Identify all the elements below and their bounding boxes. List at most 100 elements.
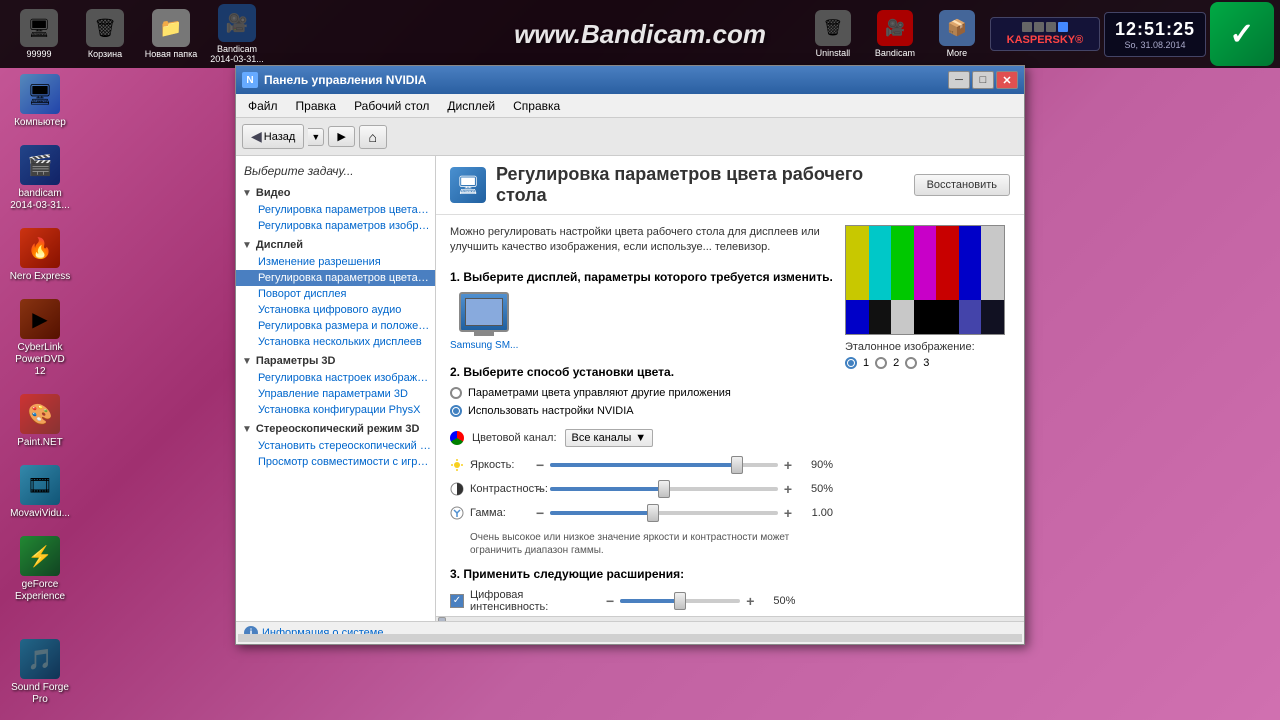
top-icon-novaya[interactable]: 📁 Новая папка	[142, 9, 200, 59]
bar-white	[981, 226, 1004, 300]
digital-label: Цифровая интенсивность:	[470, 589, 600, 613]
ref-radio-2[interactable]	[875, 357, 887, 369]
menu-edit[interactable]: Правка	[288, 97, 345, 115]
menu-file[interactable]: Файл	[240, 97, 286, 115]
home-button[interactable]: ⌂	[359, 125, 387, 149]
clock-time: 12:51:25	[1115, 19, 1195, 40]
tree-item-3d-0[interactable]: Регулировка настроек изображения с пр...	[236, 370, 435, 386]
info-link[interactable]: Информация о системе	[262, 627, 383, 630]
tree-section-label-display: Дисплей	[256, 239, 303, 251]
desktop-icons-bottom: 🎵 Sound Forge Pro	[5, 635, 75, 710]
left-panel-bottom: i Информация о системе	[236, 621, 436, 630]
gamma-label: Гамма:	[470, 507, 530, 519]
bar-bot-darkblue	[981, 300, 1004, 334]
ref-radio-1[interactable]	[845, 357, 857, 369]
digital-track[interactable]	[620, 599, 740, 603]
display-item-1[interactable]: Samsung SM...	[450, 292, 518, 351]
gamma-track[interactable]	[550, 511, 778, 515]
brightness-plus[interactable]: +	[784, 457, 792, 473]
digital-checkbox[interactable]: ✓	[450, 594, 464, 608]
icon-label-korzina: Корзина	[88, 49, 122, 59]
digital-thumb[interactable]	[674, 592, 686, 610]
gamma-row: Гамма: − + 1.00	[450, 505, 833, 521]
icon-label-novaya: Новая папка	[145, 49, 197, 59]
tree-item-display-0[interactable]: Изменение разрешения	[236, 254, 435, 270]
desktop: 🖥 99999 🗑 Корзина 📁 Новая папка 🎥 Bandic…	[0, 0, 1280, 720]
brightness-thumb[interactable]	[731, 456, 743, 474]
minimize-button[interactable]: ─	[948, 71, 970, 89]
radio-1[interactable]	[450, 387, 462, 399]
radio-2[interactable]	[450, 405, 462, 417]
tree-item-3d-1[interactable]: Управление параметрами 3D	[236, 386, 435, 402]
top-icon-korzina[interactable]: 🗑 Корзина	[76, 9, 134, 59]
tree-item-display-3[interactable]: Установка цифрового аудио	[236, 302, 435, 318]
top-icon-bandicam-r[interactable]: 🎥 Bandicam	[866, 10, 924, 58]
icon-box-korzina: 🗑	[86, 9, 124, 47]
desktop-icon-soundforge[interactable]: 🎵 Sound Forge Pro	[5, 635, 75, 710]
top-bar: 🖥 99999 🗑 Корзина 📁 Новая папка 🎥 Bandic…	[0, 0, 1280, 68]
paintnet-icon: 🎨	[20, 394, 60, 434]
tree-item-video-0[interactable]: Регулировка параметров цвета для вид...	[236, 202, 435, 218]
forward-button[interactable]: ▶	[328, 126, 354, 147]
brightness-track[interactable]	[550, 463, 778, 467]
menu-display[interactable]: Дисплей	[439, 97, 503, 115]
ref-radio-3[interactable]	[905, 357, 917, 369]
menu-desktop[interactable]: Рабочий стол	[346, 97, 437, 115]
tree-section-header-3d[interactable]: ▼ Параметры 3D	[236, 352, 435, 370]
gamma-plus[interactable]: +	[784, 505, 792, 521]
desktop-icon-paintnet[interactable]: 🎨 Paint.NET	[5, 390, 75, 453]
channel-dropdown[interactable]: Все каналы ▼	[565, 429, 654, 447]
tree-section-header-video[interactable]: ▼ Видео	[236, 184, 435, 202]
desktop-icon-comp[interactable]: 🖥 Компьютер	[5, 70, 75, 133]
paintnet-label: Paint.NET	[17, 437, 63, 449]
top-icon-more[interactable]: 📦 More	[928, 10, 986, 58]
tree-item-stereo-1[interactable]: Просмотр совместимости с играми	[236, 454, 435, 470]
desktop-icon-geforce[interactable]: ⚡ geForce Experience	[5, 532, 75, 607]
expand-icon-video: ▼	[242, 188, 252, 199]
top-icon-uninstall[interactable]: 🗑 Uninstall	[804, 10, 862, 58]
radio-row-2[interactable]: Использовать настройки NVIDIA	[450, 405, 833, 417]
tree-item-3d-2[interactable]: Установка конфигурации PhysX	[236, 402, 435, 418]
menu-help[interactable]: Справка	[505, 97, 568, 115]
reference-panel: Эталонное изображение: 1 2 3	[845, 225, 1010, 606]
top-icon-bandicam[interactable]: 🎥 Bandicam 2014-03-31...	[208, 4, 266, 64]
checkmark-button[interactable]: ✓	[1210, 2, 1274, 66]
tree-item-display-2[interactable]: Поворот дисплея	[236, 286, 435, 302]
tree-item-display-5[interactable]: Установка нескольких дисплеев	[236, 334, 435, 350]
main-settings: Можно регулировать настройки цвета рабоч…	[450, 225, 833, 606]
desktop-icon-nero[interactable]: 🔥 Nero Express	[5, 224, 75, 287]
desktop-icon-movavi[interactable]: 🎞 MovaviVidu...	[5, 461, 75, 524]
brightness-minus[interactable]: −	[536, 457, 544, 473]
tree-section-header-stereo[interactable]: ▼ Стереоскопический режим 3D	[236, 420, 435, 438]
tree-section-header-display[interactable]: ▼ Дисплей	[236, 236, 435, 254]
movavi-label: MovaviVidu...	[10, 508, 70, 520]
gamma-icon	[450, 506, 464, 520]
digital-plus[interactable]: +	[746, 593, 754, 609]
back-dropdown[interactable]: ▼	[308, 128, 324, 146]
digital-minus[interactable]: −	[606, 593, 614, 609]
monitor-screen	[465, 298, 503, 326]
tree-item-stereo-0[interactable]: Установить стереоскопический режим 3...	[236, 438, 435, 454]
contrast-thumb[interactable]	[658, 480, 670, 498]
icon-box-uninstall: 🗑	[815, 10, 851, 46]
tree-item-display-1[interactable]: Регулировка параметров цвета рабочег...	[236, 270, 435, 286]
kaspersky-logo: KASPERSKY®	[999, 34, 1091, 46]
tree-item-display-4[interactable]: Регулировка размера и положения рабо...	[236, 318, 435, 334]
contrast-plus[interactable]: +	[784, 481, 792, 497]
digital-row: ✓ Цифровая интенсивность: − + 50%	[450, 589, 833, 613]
radio-row-1[interactable]: Параметрами цвета управляют другие прило…	[450, 387, 833, 399]
maximize-button[interactable]: □	[972, 71, 994, 89]
desktop-icon-cyberlink[interactable]: ▶ CyberLink PowerDVD 12	[5, 295, 75, 382]
restore-button[interactable]: Восстановить	[914, 174, 1010, 196]
geforce-label: geForce Experience	[9, 579, 71, 603]
contrast-track[interactable]	[550, 487, 778, 491]
back-button[interactable]: ◀ Назад	[242, 124, 304, 149]
gamma-thumb[interactable]	[647, 504, 659, 522]
gamma-minus[interactable]: −	[536, 505, 544, 521]
desktop-icon-bandicam2[interactable]: 🎬 bandicam 2014-03-31...	[5, 141, 75, 216]
top-icon-99999[interactable]: 🖥 99999	[10, 9, 68, 59]
tree-item-video-1[interactable]: Регулировка параметров изображения д...	[236, 218, 435, 234]
contrast-minus[interactable]: −	[536, 481, 544, 497]
slider-section: Яркость: − + 90%	[450, 457, 833, 521]
close-button[interactable]: ✕	[996, 71, 1018, 89]
